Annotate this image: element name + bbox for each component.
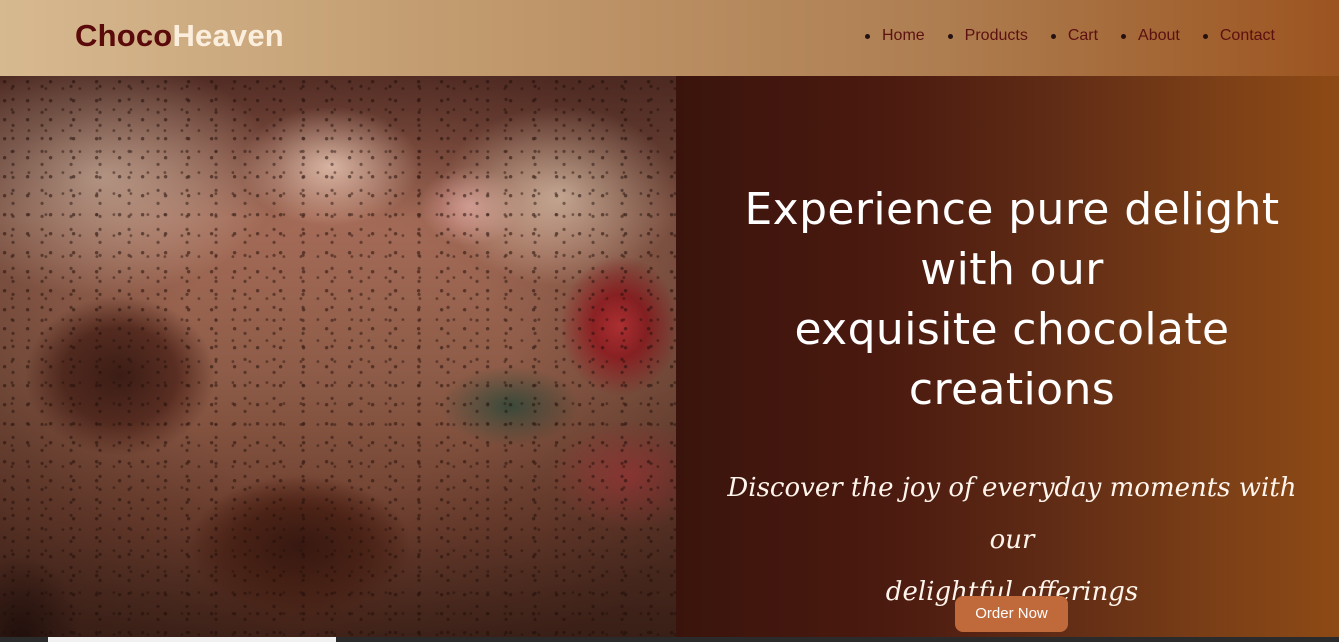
- nav-item-products[interactable]: Products: [947, 26, 1028, 46]
- nav-item-home[interactable]: Home: [864, 26, 925, 46]
- hero-heading: Experience pure delight with our exquisi…: [744, 184, 1280, 415]
- hero-panel: Experience pure delight with our exquisi…: [676, 76, 1339, 642]
- nav-link-about[interactable]: About: [1138, 26, 1180, 46]
- nav-link-cart[interactable]: Cart: [1068, 26, 1098, 46]
- horizontal-scrollbar[interactable]: [0, 637, 1339, 642]
- bullet-icon: [864, 33, 870, 39]
- bullet-icon: [947, 33, 953, 39]
- hero-chocolate-image: [0, 76, 676, 642]
- scrollbar-thumb[interactable]: [48, 637, 336, 642]
- nav-link-contact[interactable]: Contact: [1220, 26, 1275, 46]
- nav-item-contact[interactable]: Contact: [1202, 26, 1275, 46]
- site-logo[interactable]: ChocoHeaven: [75, 17, 284, 55]
- hero-tagline: Discover the joy of everyday moments wit…: [727, 473, 1297, 607]
- main-nav: Home Products Cart About Contact: [864, 26, 1275, 46]
- nav-link-home[interactable]: Home: [882, 26, 925, 46]
- site-header: ChocoHeaven Home Products Cart About Con…: [0, 0, 1339, 76]
- bullet-icon: [1050, 33, 1056, 39]
- bullet-icon: [1121, 33, 1127, 39]
- nav-link-products[interactable]: Products: [965, 26, 1028, 46]
- logo-text-heaven: Heaven: [172, 18, 284, 53]
- logo-text-choco: Choco: [75, 18, 173, 53]
- order-now-button[interactable]: Order Now: [955, 596, 1068, 632]
- bullet-icon: [1202, 33, 1208, 39]
- nav-item-about[interactable]: About: [1121, 26, 1180, 46]
- nav-item-cart[interactable]: Cart: [1050, 26, 1098, 46]
